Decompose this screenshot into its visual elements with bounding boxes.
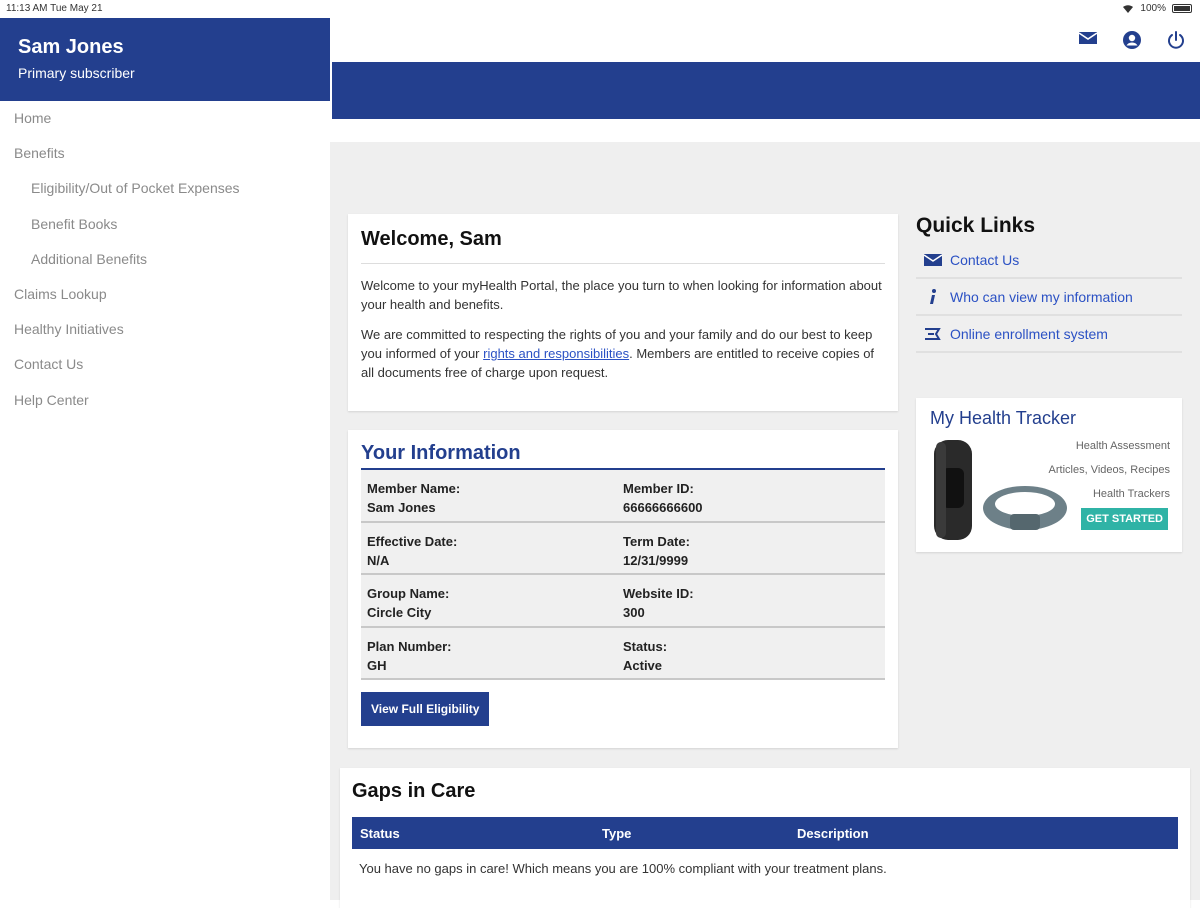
rights-text: We are committed to respecting the right…	[361, 325, 885, 382]
effective-date-value: N/A	[367, 552, 390, 568]
member-id-label: Member ID:	[623, 481, 694, 496]
power-icon[interactable]	[1166, 30, 1186, 50]
main-content: Welcome, Sam Welcome to your myHealth Po…	[330, 142, 1200, 908]
your-information-title: Your Information	[361, 442, 885, 470]
status-time: 11:13 AM Tue May 21	[6, 3, 103, 14]
status-right: 100%	[1122, 3, 1192, 14]
mail-icon[interactable]	[1078, 30, 1098, 46]
info-cell: Member Name: Sam Jones	[367, 479, 623, 515]
plan-number-label: Plan Number:	[367, 638, 452, 654]
quick-link-who-can-view[interactable]: Who can view my information	[916, 279, 1182, 316]
website-id-label: Website ID:	[623, 586, 694, 601]
info-icon	[916, 288, 950, 306]
info-cell: Status: Active	[623, 637, 879, 673]
battery-percent: 100%	[1140, 3, 1166, 14]
group-name-label: Group Name:	[367, 586, 450, 601]
info-cell: Effective Date: N/A	[367, 532, 623, 568]
gaps-in-care-title: Gaps in Care	[352, 780, 476, 802]
sidebar: Sam Jones Primary subscriber Home Benefi…	[0, 18, 330, 900]
member-name-value: Sam Jones	[367, 500, 436, 515]
member-name-label: Member Name:	[367, 481, 461, 496]
fitness-band-image	[934, 440, 972, 540]
health-tracker-card[interactable]: My Health Tracker Health Assessment Arti…	[916, 398, 1182, 552]
plan-number-value: GH	[367, 657, 387, 673]
gaps-table-header: Status Type Description	[352, 817, 1178, 849]
status-label: Status:	[623, 638, 668, 654]
group-name-value: Circle City	[367, 605, 432, 620]
quick-link-label: Who can view my information	[950, 288, 1133, 305]
wifi-icon	[1123, 4, 1134, 13]
effective-date-label: Effective Date:	[367, 533, 458, 549]
status-bar: 11:13 AM Tue May 21 100%	[0, 0, 1200, 18]
profile-header: Sam Jones Primary subscriber	[0, 18, 330, 101]
view-full-eligibility-button[interactable]: View Full Eligibility	[361, 692, 490, 726]
sidebar-item-home[interactable]: Home	[0, 109, 330, 144]
header-banner	[332, 62, 1200, 119]
your-information-card: Your Information Member Name: Sam Jones M…	[348, 430, 898, 748]
get-started-button[interactable]: GET STARTED	[1081, 508, 1168, 530]
info-cell: Group Name: Circle City	[367, 584, 623, 620]
header-icons	[1078, 30, 1186, 50]
sidebar-item-claims-lookup[interactable]: Claims Lookup	[0, 285, 330, 320]
info-cell: Member ID: 66666666600	[623, 479, 879, 515]
sidebar-item-contact-us[interactable]: Contact Us	[0, 355, 330, 390]
website-id-value: 300	[623, 605, 645, 620]
health-tracker-title: My Health Tracker	[930, 408, 1077, 428]
rights-link[interactable]: rights and responsibilities	[483, 346, 629, 361]
status-value: Active	[623, 657, 663, 673]
info-row: Member Name: Sam Jones Member ID: 66666666…	[361, 470, 885, 523]
quick-link-contact-us[interactable]: Contact Us	[916, 242, 1182, 279]
quick-link-online-enrollment[interactable]: Online enrollment system	[916, 316, 1182, 353]
quick-link-label: Contact Us	[950, 251, 1020, 268]
tracker-feature: Health Assessment	[1075, 440, 1170, 452]
sidebar-item-help-center[interactable]: Help Center	[0, 391, 330, 426]
column-header-description: Description	[797, 825, 869, 841]
info-cell: Plan Number: GH	[367, 637, 623, 673]
term-date-value: 12/31/9999	[623, 552, 689, 568]
sidebar-item-healthy-initiatives[interactable]: Healthy Initiatives	[0, 320, 330, 355]
info-cell: Website ID: 300	[623, 584, 879, 620]
info-cell: Term Date: 12/31/9999	[623, 532, 879, 568]
welcome-text: Welcome to your myHealth Portal, the pla…	[361, 278, 882, 312]
term-date-label: Term Date:	[623, 533, 690, 549]
gaps-message: You have no gaps in care! Which means yo…	[359, 861, 887, 876]
top-bar	[330, 18, 1200, 62]
quick-link-label: Online enrollment system	[950, 325, 1108, 342]
sidebar-item-eligibility[interactable]: Eligibility/Out of Pocket Expenses	[0, 179, 330, 214]
sidebar-item-additional-benefits[interactable]: Additional Benefits	[0, 250, 330, 285]
member-id-value: 66666666600	[623, 500, 703, 515]
info-row: Plan Number: GH Status: Active	[361, 627, 885, 680]
sidebar-item-benefits[interactable]: Benefits	[0, 144, 330, 179]
tracker-features: Health Assessment Articles, Videos, Reci…	[1049, 434, 1170, 506]
column-header-type: Type	[602, 825, 632, 841]
info-row: Group Name: Circle City Website ID: 300	[361, 575, 885, 628]
quick-links-title: Quick Links	[916, 214, 1036, 237]
welcome-card: Welcome, Sam Welcome to your myHealth Po…	[348, 214, 898, 411]
tracker-feature: Health Trackers	[1092, 488, 1170, 500]
quick-links: Quick Links Contact Us Who can view my i…	[916, 214, 1182, 353]
info-row: Effective Date: N/A Term Date: 12/31/9999	[361, 522, 885, 575]
column-header-status: Status	[360, 825, 400, 841]
welcome-title: Welcome, Sam	[361, 228, 885, 264]
gaps-in-care-card: Gaps in Care Status Type Description You…	[340, 768, 1190, 908]
user-name: Sam Jones	[18, 36, 124, 58]
battery-icon	[1172, 4, 1192, 13]
tracker-feature: Articles, Videos, Recipes	[1048, 464, 1170, 476]
user-role: Primary subscriber	[18, 65, 135, 81]
sidebar-item-benefit-books[interactable]: Benefit Books	[0, 215, 330, 250]
envelope-icon	[916, 253, 950, 267]
enrollment-icon	[916, 326, 950, 342]
sidebar-nav: Home Benefits Eligibility/Out of Pocket …	[0, 101, 330, 426]
account-icon[interactable]	[1122, 30, 1142, 50]
